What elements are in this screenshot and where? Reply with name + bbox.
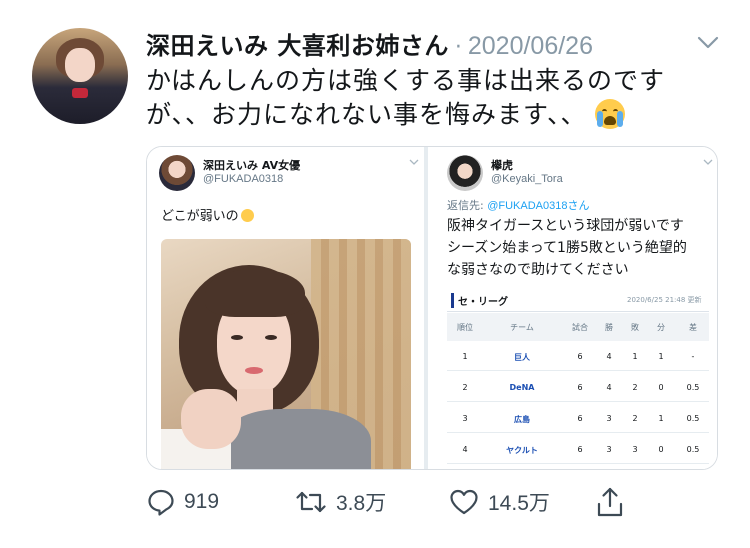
table-cell: 6	[577, 352, 583, 361]
table-cell: 1	[632, 352, 638, 361]
quoted-screenshot-left[interactable]: 深田えいみ AV女優 @FUKADA0318 どこが弱いの	[147, 147, 430, 469]
header-cell: 敗	[631, 323, 639, 332]
table-cell: 6	[577, 414, 583, 423]
avatar-bow	[72, 88, 88, 98]
quoted-text-line: な弱さなので助けてください	[447, 262, 629, 278]
table-cell: 2	[632, 383, 638, 392]
table-cell: 1	[658, 414, 664, 423]
tweet-text: かはんしんの方は強くする事は出来るのです が、、お力になれない事を悔みます、、	[146, 64, 706, 132]
team-link: 広島	[514, 415, 530, 424]
quoted-handle: @FUKADA0318	[203, 173, 284, 185]
table-cell: 6	[577, 445, 583, 454]
retweet-count: 3.8万	[336, 492, 387, 515]
reply-to-link: @FUKADA0318さん	[487, 200, 590, 212]
loudly-crying-face-icon	[594, 99, 625, 129]
standings-header-row: 順位 チーム 試合 勝 敗 分 差	[447, 313, 709, 341]
tweet-header: 深田えいみ 大喜利お姉さん · 2020/06/26	[146, 26, 593, 60]
reply-icon	[148, 489, 174, 516]
like-button[interactable]: 14.5万	[448, 482, 550, 522]
quoted-name: 欅虎	[491, 159, 513, 172]
team-link: 巨人	[514, 353, 530, 362]
relieved-face-icon	[240, 209, 254, 222]
quoted-text-line: シーズン始まって1勝5敗という絶望的	[447, 240, 687, 256]
quoted-handle: @Keyaki_Tora	[491, 173, 563, 185]
tweet-text-line-content: が、、お力になれない事を悔みます、、	[146, 100, 587, 129]
quoted-avatar	[159, 155, 195, 191]
header-cell: 試合	[572, 323, 588, 332]
quoted-text-content: どこが弱いの	[161, 209, 239, 224]
team-link: DeNA	[509, 383, 535, 392]
team-link: ヤクルト	[506, 446, 538, 455]
tweet-date[interactable]: 2020/06/26	[468, 32, 593, 61]
table-cell: 0.5	[686, 445, 700, 454]
table-cell: 0.5	[686, 414, 700, 423]
retweet-icon	[296, 491, 326, 513]
chevron-down-icon	[703, 159, 713, 165]
photo	[161, 239, 411, 469]
header-cell: チーム	[510, 323, 534, 332]
tweet-text-line: が、、お力になれない事を悔みます、、	[146, 98, 706, 132]
table-cell: 3	[632, 445, 638, 454]
reply-to: 返信先: @FUKADA0318さん	[447, 197, 589, 213]
avatar[interactable]	[32, 28, 128, 124]
table-cell: 3	[606, 414, 612, 423]
quoted-avatar	[447, 155, 483, 191]
header-cell: 順位	[457, 323, 473, 332]
table-cell: 0	[658, 445, 664, 454]
reply-prefix: 返信先:	[447, 199, 488, 212]
header-cell: 分	[657, 323, 665, 332]
header-cell: 勝	[605, 323, 613, 332]
table-cell: 0	[658, 383, 664, 392]
quoted-text: 阪神タイガースという球団が弱いです シーズン始まって1勝5敗という絶望的 な弱さ…	[447, 215, 717, 281]
quoted-name: 深田えいみ AV女優	[203, 159, 301, 172]
table-cell: 2	[462, 383, 468, 392]
table-cell: 4	[462, 445, 468, 454]
header-cell: 差	[689, 323, 697, 332]
display-name[interactable]: 深田えいみ 大喜利お姉さん	[146, 26, 449, 61]
share-icon	[597, 487, 623, 517]
like-count: 14.5万	[488, 492, 550, 515]
table-cell: 4	[606, 352, 612, 361]
table-cell: 1	[462, 352, 468, 361]
table-cell: 1	[658, 352, 664, 361]
reply-count: 919	[184, 490, 220, 513]
table-row: 3 広島 6 3 2 1 0.5	[447, 403, 709, 433]
chevron-down-icon	[409, 159, 419, 165]
retweet-button[interactable]: 3.8万	[294, 482, 386, 522]
quoted-screenshot-right[interactable]: 欅虎 @Keyaki_Tora 返信先: @FUKADA0318さん 阪神タイガ…	[433, 147, 717, 469]
standings-title: セ・リーグ	[451, 293, 508, 308]
standings-updated: 2020/6/25 21:48 更新	[627, 296, 702, 304]
reply-button[interactable]: 919	[146, 482, 219, 522]
heart-icon	[450, 489, 478, 515]
avatar-face	[65, 48, 95, 82]
table-cell: 3	[462, 414, 468, 423]
share-button[interactable]	[596, 482, 624, 522]
table-row: 4 ヤクルト 6 3 3 0 0.5	[447, 434, 709, 464]
table-cell: 6	[577, 383, 583, 392]
table-cell: 0.5	[686, 383, 700, 392]
standings-table: セ・リーグ 2020/6/25 21:48 更新 順位 チーム 試合 勝 敗 分…	[447, 287, 709, 469]
quoted-text: どこが弱いの	[161, 205, 254, 224]
tweet-text-line: かはんしんの方は強くする事は出来るのです	[146, 66, 666, 95]
chevron-down-icon[interactable]	[697, 36, 719, 50]
tweet: 深田えいみ 大喜利お姉さん · 2020/06/26 かはんしんの方は強くする事…	[0, 0, 750, 548]
table-cell: 4	[606, 383, 612, 392]
table-cell: -	[691, 352, 695, 361]
media-divider	[423, 147, 433, 469]
quoted-text-line: 阪神タイガースという球団が弱いです	[447, 218, 684, 234]
action-bar: 919 3.8万 14.5万	[146, 482, 706, 522]
table-row: 1 巨人 6 4 1 1 -	[447, 341, 709, 371]
table-cell: 2	[632, 414, 638, 423]
media-card[interactable]: 深田えいみ AV女優 @FUKADA0318 どこが弱いの 欅虎 @Keyaki…	[146, 146, 718, 470]
table-cell: 3	[606, 445, 612, 454]
separator-dot: ·	[454, 35, 462, 60]
table-row: 2 DeNA 6 4 2 0 0.5	[447, 372, 709, 402]
